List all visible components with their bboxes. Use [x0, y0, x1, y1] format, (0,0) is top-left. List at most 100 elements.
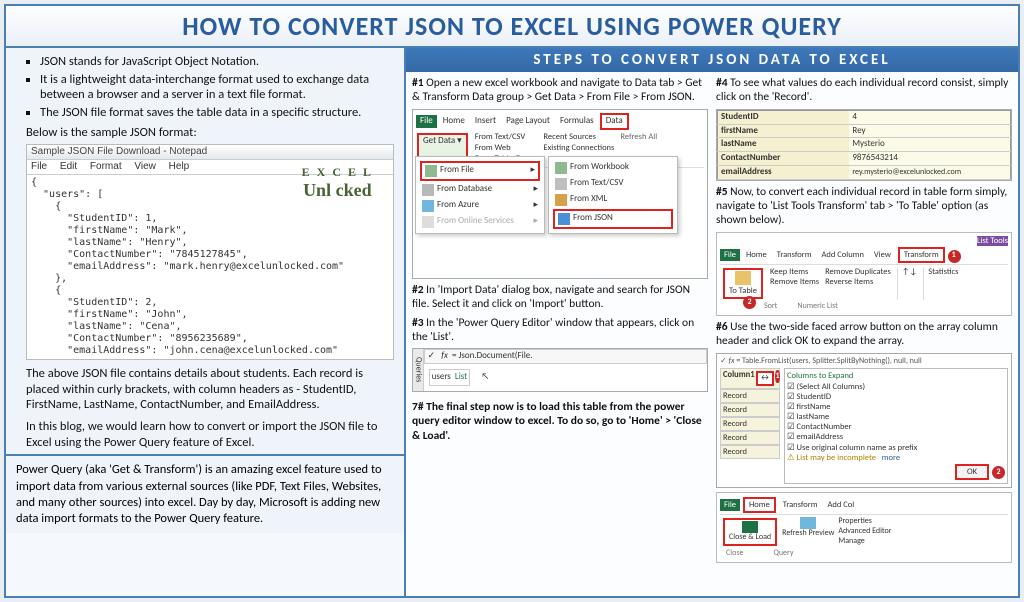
close-group: Close: [726, 549, 743, 559]
ok-button[interactable]: OK: [955, 464, 989, 480]
ribbon5-tabs: File Home Transform Add Column View Tran…: [720, 246, 1008, 264]
step-3-text: In the 'Power Query Editor' window that …: [412, 316, 694, 344]
tab-insert[interactable]: Insert: [471, 115, 500, 128]
keep-items[interactable]: Keep Items: [770, 267, 819, 277]
step-7-num: 7#: [412, 400, 424, 414]
from-workbook-item[interactable]: From Workbook: [552, 160, 674, 176]
remove-items[interactable]: Remove Items: [770, 277, 819, 287]
formula-bar: ✓ fx = Json.Document(File.: [424, 349, 707, 364]
step-6-text: Use the two-side faced arrow button on t…: [716, 320, 998, 348]
tab-file[interactable]: File: [416, 115, 437, 128]
from-database-item[interactable]: From Database▸: [419, 182, 541, 198]
r5-tab-file[interactable]: File: [720, 249, 740, 261]
close-load-button[interactable]: Close & Load: [723, 518, 777, 546]
expand-arrow-button[interactable]: ↔: [756, 371, 775, 385]
refresh-all[interactable]: Refresh All: [620, 132, 657, 143]
value-contact: 9876543214: [849, 152, 1010, 166]
pq-editor-list-screenshot: Queries ✓ fx = Json.Document(File. users…: [412, 348, 708, 392]
tab-data[interactable]: Data: [600, 113, 629, 130]
opt-fn-label: firstName: [797, 402, 831, 412]
menu-format[interactable]: Format: [90, 161, 122, 172]
expand-options: Columns to Expand ☑ (Select All Columns)…: [784, 368, 1008, 484]
opt-em[interactable]: ☑ emailAddress: [787, 432, 1005, 442]
field-email: emailAddress: [718, 165, 850, 179]
r5-tab-addcol[interactable]: Add Column: [817, 249, 867, 261]
watermark-bottom: Unl cked: [303, 180, 372, 200]
menu-view[interactable]: View: [134, 161, 156, 172]
step-2-num: #2: [412, 283, 424, 297]
r5-tab-view[interactable]: View: [870, 249, 895, 261]
manage[interactable]: Manage: [838, 537, 891, 547]
users-label: users: [432, 371, 451, 382]
value-email: rey.mysterio@excelunlocked.com: [849, 165, 1010, 179]
opt-ln[interactable]: ☑ lastName: [787, 412, 1005, 422]
power-query-info-box: Power Query (aka 'Get & Transform') is a…: [6, 454, 404, 533]
bullet-item: JSON stands for JavaScript Object Notati…: [40, 54, 394, 70]
opt-sid[interactable]: ☑ StudentID: [787, 392, 1005, 402]
menu-edit[interactable]: Edit: [60, 161, 77, 172]
from-azure-item[interactable]: From Azure▸: [419, 198, 541, 214]
from-file-item[interactable]: From File▸: [420, 161, 540, 181]
steps-body: #1 Open a new excel workbook and navigat…: [406, 72, 1018, 596]
steps-col-left: #1 Open a new excel workbook and navigat…: [412, 76, 708, 592]
hr-tab-file[interactable]: File: [720, 499, 740, 511]
recent-sources[interactable]: Recent Sources: [543, 132, 614, 143]
menu-help[interactable]: Help: [169, 161, 190, 172]
r5-tab-transform2[interactable]: Transform: [898, 247, 945, 263]
hr-tab-transform[interactable]: Transform: [779, 499, 822, 511]
opt-prefix[interactable]: ☑ Use original column name as prefix: [787, 443, 1005, 453]
from-wb-label: From Workbook: [570, 162, 629, 173]
rec-2[interactable]: Record: [720, 403, 780, 417]
opt-cn[interactable]: ☑ ContactNumber: [787, 422, 1005, 432]
step-1-text: Open a new excel workbook and navigate t…: [412, 76, 702, 104]
from-textcsv-item[interactable]: From Text/CSV: [552, 176, 674, 192]
opt-all[interactable]: ☑ (Select All Columns): [787, 382, 1005, 392]
rec-4[interactable]: Record: [720, 431, 780, 445]
r5-tab-home[interactable]: Home: [742, 249, 771, 261]
getdata-submenu-left: From File▸ From Database▸ From Azure▸ Fr…: [415, 156, 545, 234]
refresh-label[interactable]: Refresh Preview: [782, 529, 834, 539]
step-4-num: #4: [716, 76, 728, 90]
step-3-num: #3: [412, 316, 424, 330]
tab-page-layout[interactable]: Page Layout: [502, 115, 554, 128]
from-web[interactable]: From Web: [475, 143, 538, 154]
badge-1: 1: [948, 250, 961, 263]
hr-tab-addcol[interactable]: Add Col: [823, 499, 858, 511]
table-icon: [735, 271, 751, 285]
from-xml-item[interactable]: From XML: [552, 192, 674, 208]
step-5-text: Now, to convert each individual record i…: [716, 185, 1007, 228]
tab-home[interactable]: Home: [439, 115, 469, 128]
existing-conn[interactable]: Existing Connections: [543, 143, 614, 154]
from-online-label: From Online Services: [437, 216, 514, 227]
from-textcsv[interactable]: From Text/CSV: [475, 132, 538, 143]
steps-header: STEPS TO CONVERT JSON DATA TO EXCEL: [406, 48, 1018, 72]
users-cell[interactable]: users List: [429, 369, 471, 386]
tab-formulas[interactable]: Formulas: [556, 115, 598, 128]
opt-fn[interactable]: ☑ firstName: [787, 402, 1005, 412]
from-online-item[interactable]: From Online Services▸: [419, 214, 541, 230]
intro-panel: JSON stands for JavaScript Object Notati…: [6, 48, 404, 454]
excel-ribbon-screenshot-1: File Home Insert Page Layout Formulas Da…: [412, 109, 708, 279]
from-json-item[interactable]: From JSON: [553, 209, 673, 229]
excel-unlocked-watermark: E X C E L Unl cked: [302, 165, 373, 201]
from-db-label: From Database: [437, 184, 492, 195]
rec-3[interactable]: Record: [720, 417, 780, 431]
list-tools-header: List Tools: [977, 236, 1008, 246]
statistics[interactable]: Statistics: [928, 267, 958, 277]
json-icon: [558, 213, 570, 225]
get-data-label: Get Data: [423, 135, 455, 146]
to-table-button[interactable]: To Table 2: [723, 268, 763, 299]
reverse-items[interactable]: Reverse Items: [825, 277, 891, 287]
rec-5[interactable]: Record: [720, 445, 780, 459]
step-4-text: To see what values do each individual re…: [716, 76, 1008, 104]
rec-1[interactable]: Record: [720, 389, 780, 403]
workbook-icon: [555, 162, 567, 174]
field-firstname: firstName: [718, 124, 850, 138]
r5-tab-transform[interactable]: Transform: [773, 249, 816, 261]
more-link[interactable]: more: [882, 453, 900, 463]
menu-file[interactable]: File: [31, 161, 47, 172]
remove-dup[interactable]: Remove Duplicates: [825, 267, 891, 277]
hr-tab-home[interactable]: Home: [743, 497, 776, 513]
from-xml-label: From XML: [570, 194, 607, 205]
queries-pane-label[interactable]: Queries: [413, 349, 424, 391]
